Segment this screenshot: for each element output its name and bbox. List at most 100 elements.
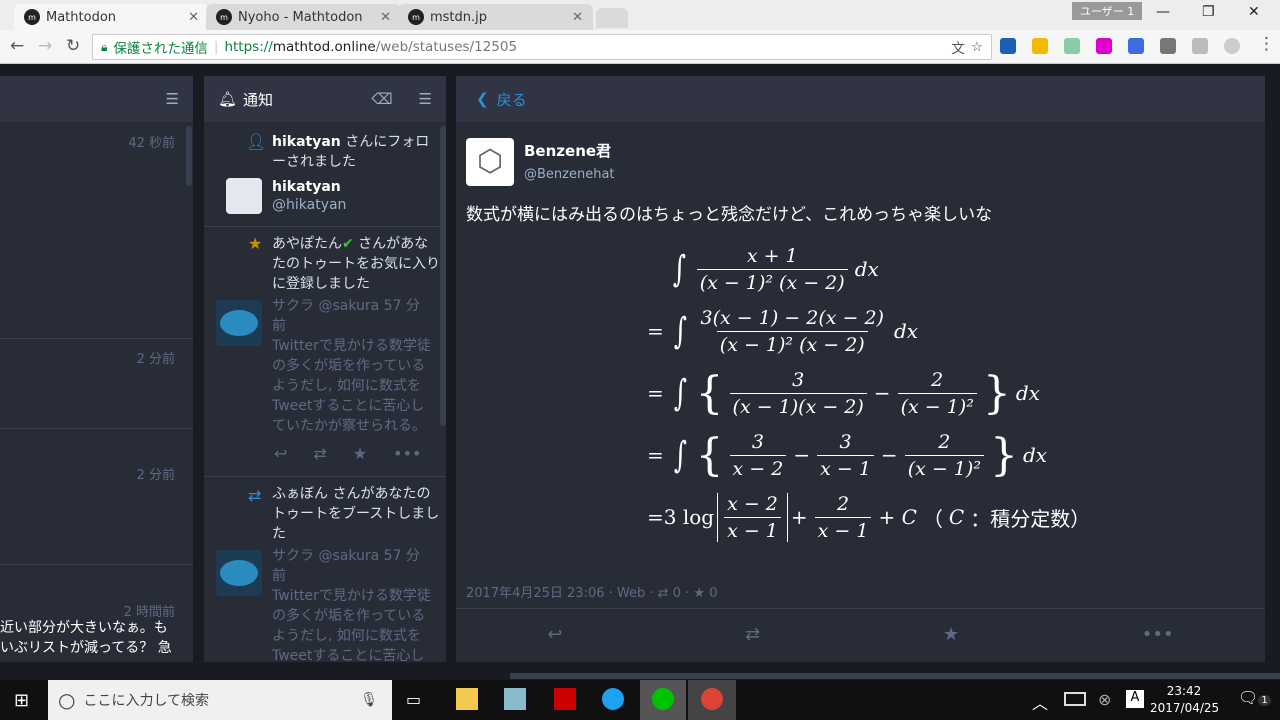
mastodon-icon: m — [24, 9, 40, 25]
math-text: + — [790, 505, 808, 529]
fraction: 2 (x − 1)² — [904, 431, 984, 480]
horizontal-scrollbar[interactable] — [510, 673, 1280, 679]
close-icon[interactable]: ✕ — [572, 10, 583, 25]
math-text: − — [793, 443, 811, 467]
tab-mstdn[interactable]: m mstdn.jp ✕ — [398, 4, 593, 30]
acrobat-icon[interactable] — [554, 688, 576, 710]
settings-sliders-icon[interactable]: ☰ — [419, 90, 432, 108]
account-name[interactable]: Benzene君 @Benzenehat — [524, 140, 615, 182]
more-icon[interactable]: ••• — [393, 444, 421, 463]
brace: } — [989, 429, 1018, 481]
close-circle-icon[interactable]: ⊗ — [1098, 690, 1111, 709]
extension-icon[interactable] — [1096, 38, 1112, 54]
close-window-button[interactable]: ✕ — [1248, 4, 1260, 20]
restore-button[interactable]: ❐ — [1202, 4, 1215, 20]
fraction: 2 (x − 1)² — [897, 369, 977, 418]
clock[interactable]: 23:42 2017/04/25 — [1150, 683, 1219, 717]
minimize-button[interactable]: — — [1156, 4, 1170, 20]
dropbox-icon[interactable] — [1064, 38, 1080, 54]
close-icon[interactable]: ✕ — [380, 10, 391, 25]
forward-icon[interactable]: → — [38, 36, 52, 56]
line-app[interactable] — [640, 680, 686, 720]
boost-notification: ふぁぼん さんがあなたのトゥートをブーストしました — [272, 486, 440, 542]
extension-icon[interactable] — [1192, 38, 1208, 54]
keyboard-icon[interactable] — [1064, 692, 1086, 706]
boost-icon: ⇄ — [248, 486, 262, 505]
app-icon[interactable] — [504, 688, 526, 710]
twitter-icon[interactable] — [602, 688, 624, 710]
fraction: 3x − 1 — [817, 431, 874, 480]
math-text: = — [647, 319, 664, 343]
task-view-icon[interactable]: ▭ — [406, 690, 421, 709]
avatar[interactable] — [226, 178, 262, 214]
mastodon-icon: m — [216, 9, 232, 25]
fraction: 3x − 2 — [729, 431, 787, 480]
chrome-app[interactable] — [688, 680, 736, 720]
favourited-status[interactable]: サクラ @sakura 57 分前 Twitterで見かける数学徒の多くが垢を作っ… — [272, 296, 432, 436]
clear-eraser-icon[interactable]: ⌫ — [371, 90, 392, 108]
denominator: x − 2 — [729, 454, 787, 480]
search-input[interactable]: ○ ここに入力して検索 🎙︎ — [48, 680, 392, 720]
integral-sign: ∫ — [672, 248, 686, 290]
extension-icon[interactable] — [1000, 38, 1016, 54]
status-snippet: 近い部分が大きいなぁ。も いぶリストが減ってる？ 急 — [0, 620, 172, 656]
avatar[interactable] — [216, 300, 262, 346]
bookmark-star-icon[interactable]: ☆ — [971, 39, 983, 55]
url-input[interactable]: 🔒︎ 保護された通信 | https://mathtod.online/web/… — [92, 34, 992, 60]
favourite-star-icon: ★ — [248, 234, 263, 253]
boost-icon[interactable]: ⇄ — [745, 624, 760, 645]
extension-icon[interactable] — [1032, 38, 1048, 54]
math-text: dx — [1022, 443, 1048, 467]
menu-icon[interactable]: ⋮ — [1258, 34, 1275, 54]
tab-nyoho[interactable]: m Nyoho - Mathtodon ✕ — [206, 4, 401, 30]
tab-bar: m Mathtodon ✕ m Nyoho - Mathtodon ✕ m mstdn.j… — [0, 0, 1280, 30]
math-text: − — [873, 381, 891, 405]
ime-icon[interactable]: A — [1126, 690, 1144, 708]
column-header: ☰ — [0, 76, 193, 122]
fraction: x + 1 (x − 1)² (x − 2) — [696, 245, 848, 294]
new-tab-button[interactable] — [596, 8, 628, 28]
denominator: (x − 1)(x − 2) — [729, 392, 867, 418]
reply-icon[interactable]: ↩ — [547, 624, 562, 645]
fraction: 3 (x − 1)(x − 2) — [729, 368, 867, 418]
chevron-up-icon[interactable]: ︿ — [1032, 690, 1048, 714]
windows-start-icon[interactable]: ⊞ — [14, 690, 29, 711]
action-center-icon[interactable]: 🗨︎ 1 — [1238, 688, 1271, 707]
extension-icon[interactable] — [1160, 38, 1176, 54]
numerator: 3(x − 1) − 2(x − 2) — [700, 306, 884, 329]
extension-icon[interactable] — [1224, 38, 1240, 54]
avatar[interactable] — [216, 550, 262, 596]
boost-icon: ⇄ — [657, 586, 669, 601]
tab-mathtodon[interactable]: m Mathtodon ✕ — [14, 4, 209, 30]
close-icon[interactable]: ✕ — [188, 10, 199, 25]
back-button[interactable]: ❮ 戻る — [456, 76, 1265, 122]
bell-icon: 🔔︎ — [218, 90, 238, 108]
fraction: x − 2x − 1 — [724, 493, 781, 542]
numerator: 3 — [792, 368, 805, 391]
denominator: x − 1 — [814, 516, 872, 542]
back-icon[interactable]: ← — [10, 36, 24, 56]
more-icon[interactable]: ••• — [1142, 624, 1174, 645]
translate-icon[interactable]: 文 — [951, 37, 965, 57]
extension-icon[interactable] — [1128, 38, 1144, 54]
notifications-column: 🔔︎ 通知 ⌫ ☰ 👤︎ hikatyan さんにフォローされました hikat… — [204, 76, 446, 662]
integral-sign: ∫ — [673, 310, 687, 352]
boost-icon[interactable]: ⇄ — [313, 444, 326, 463]
microphone-icon: 🎙︎ — [360, 692, 378, 708]
status-actions: ↩ ⇄ ★ ••• — [274, 444, 421, 463]
boosted-status[interactable]: サクラ @sakura 57 分前 Twitterで見かける数学徒の多くが垢を作っ… — [272, 546, 432, 662]
avatar[interactable]: ⬡ — [466, 138, 514, 186]
reload-icon[interactable]: ↻ — [66, 36, 80, 56]
settings-sliders-icon[interactable]: ☰ — [166, 90, 179, 108]
reply-icon[interactable]: ↩ — [274, 444, 287, 463]
math-text: − — [880, 443, 898, 467]
scrollbar[interactable] — [440, 126, 446, 426]
denominator: (x − 1)² (x − 2) — [716, 330, 868, 356]
absolute-value: x − 2x − 1 — [717, 492, 788, 542]
profile-button[interactable]: ユーザー 1 — [1072, 2, 1143, 20]
favourite-icon[interactable]: ★ — [353, 444, 367, 463]
file-explorer-icon[interactable] — [456, 688, 478, 710]
scrollbar[interactable] — [186, 126, 192, 186]
favourite-icon[interactable]: ★ — [943, 624, 959, 645]
follower-account[interactable]: hikatyan @hikatyan — [272, 178, 346, 214]
